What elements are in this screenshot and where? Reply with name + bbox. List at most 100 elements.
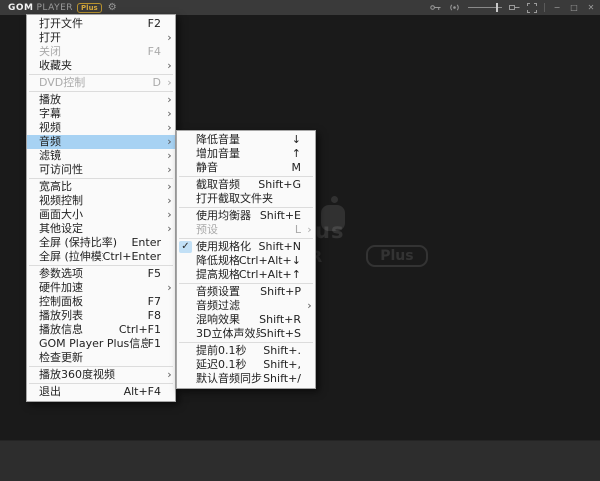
menu-item[interactable]: 延迟0.1秒Shift+, [177,358,315,372]
menu-item[interactable]: 降低规格化程度Ctrl+Alt+↓ [177,254,315,268]
check-placeholder [179,193,192,205]
menu-item[interactable]: 降低音量↓ [177,133,315,147]
titlebar-slider[interactable] [468,3,502,12]
check-placeholder [179,255,192,267]
submenu-arrow-icon: › [164,76,175,90]
menu-item[interactable]: 可访问性› [27,163,175,177]
key-lock-icon[interactable] [430,3,441,12]
check-placeholder [179,359,192,371]
check-placeholder [179,148,192,160]
submenu-arrow-icon: › [164,93,175,107]
menu-item-label: 宽高比 [39,180,161,194]
menu-item[interactable]: 播放› [27,93,175,107]
menu-item[interactable]: 提前0.1秒Shift+. [177,344,315,358]
menu-item-shortcut: ↓ [292,133,301,147]
menu-item-label: 默认音频同步 [196,372,263,386]
minimize-button[interactable]: − [552,3,562,13]
broadcast-icon[interactable] [448,3,461,12]
menu-item[interactable]: 音频设置Shift+P [177,285,315,299]
menu-item[interactable]: 全屏 (保持比率)Enter [27,236,175,250]
menu-item-shortcut: Shift+E [260,209,301,223]
menu-item-label: 播放360度视频 [39,368,161,382]
menu-item[interactable]: 打开文件F2 [27,17,175,31]
menu-item-label: 3D立体声效果 [196,327,260,341]
menu-item[interactable]: 滤镜› [27,149,175,163]
menu-item[interactable]: 截取音频Shift+G [177,178,315,192]
close-button[interactable]: ✕ [586,3,596,13]
menu-item[interactable]: DVD控制D› [27,76,175,90]
menu-item[interactable]: 增加音量↑ [177,147,315,161]
watermark-plus-badge: Plus [366,245,427,267]
menu-item-shortcut: Shift+, [263,358,301,372]
menu-item-label: 硬件加速 [39,281,161,295]
pin-on-top-icon[interactable] [509,3,520,12]
menu-item[interactable]: 视频控制› [27,194,175,208]
menu-item-label: 打开截取文件夹 [196,192,301,206]
menu-separator [29,91,173,92]
menu-item-label: 打开 [39,31,161,45]
menu-item[interactable]: ✓使用规格化Shift+N [177,240,315,254]
menu-item[interactable]: 播放列表F8 [27,309,175,323]
menu-item-label: 收藏夹 [39,59,161,73]
menu-item[interactable]: 字幕› [27,107,175,121]
menu-item[interactable]: 宽高比› [27,180,175,194]
menu-item[interactable]: 硬件加速› [27,281,175,295]
menu-item-label: 音频设置 [196,285,260,299]
menu-item-label: 其他设定 [39,222,161,236]
submenu-arrow-icon: › [164,135,175,149]
menu-item[interactable]: 退出Alt+F4 [27,385,175,399]
titlebar-divider [544,3,545,12]
menu-item[interactable]: 参数选项F5 [27,267,175,281]
submenu-arrow-icon: › [304,223,315,237]
menu-item-label: 播放信息 [39,323,119,337]
settings-gear-icon[interactable]: ⚙ [108,3,117,13]
fullscreen-corners-icon[interactable] [527,3,537,13]
menu-item[interactable]: 使用均衡器Shift+E [177,209,315,223]
menu-item[interactable]: 3D立体声效果Shift+S [177,327,315,341]
menu-item[interactable]: 混响效果Shift+R [177,313,315,327]
menu-item-shortcut: Alt+F4 [124,385,161,399]
menu-item[interactable]: 收藏夹› [27,59,175,73]
menu-item[interactable]: 视频› [27,121,175,135]
submenu-arrow-icon: › [164,59,175,73]
menu-item[interactable]: 预设L› [177,223,315,237]
menu-item[interactable]: 控制面板F7 [27,295,175,309]
menu-item[interactable]: 其他设定› [27,222,175,236]
menu-item-label: 关闭 [39,45,148,59]
menu-item-shortcut: Ctrl+Alt+↓ [239,254,301,268]
menu-item-label: 使用均衡器 [196,209,260,223]
titlebar-slider-handle[interactable] [496,3,498,12]
menu-item-shortcut: M [292,161,302,175]
menu-item-label: 控制面板 [39,295,148,309]
menu-item-label: 参数选项 [39,267,148,281]
maximize-button[interactable]: □ [569,3,579,13]
menu-item[interactable]: 播放360度视频› [27,368,175,382]
menu-item[interactable]: 检查更新 [27,351,175,365]
menu-item[interactable]: 音频› [27,135,175,149]
menu-item-shortcut: F1 [148,337,161,351]
menu-item-label: 全屏 (拉伸模式) [39,250,103,264]
control-bar: / 360 SUB [0,440,600,481]
menu-item[interactable]: 默认音频同步Shift+/ [177,372,315,386]
menu-item-label: 画面大小 [39,208,161,222]
menu-item[interactable]: 提高规格化程度Ctrl+Alt+↑ [177,268,315,282]
menu-item[interactable]: 打开截取文件夹 [177,192,315,206]
menu-item-label: 打开文件 [39,17,148,31]
menu-item[interactable]: 播放信息Ctrl+F1 [27,323,175,337]
menu-item[interactable]: GOM Player Plus信息F1 [27,337,175,351]
menu-item-label: 全屏 (保持比率) [39,236,131,250]
menu-item[interactable]: 静音M [177,161,315,175]
menu-item[interactable]: 关闭F4 [27,45,175,59]
gom-player-window: GOM PLAYER Plus ⚙ − □ ✕ [0,0,600,481]
menu-item[interactable]: 打开› [27,31,175,45]
menu-item-label: 音频过滤 [196,299,301,313]
menu-item[interactable]: 音频过滤› [177,299,315,313]
check-placeholder [179,373,192,385]
menu-item-shortcut: Ctrl+F1 [119,323,161,337]
menu-item-label: DVD控制 [39,76,153,90]
menu-item[interactable]: 全屏 (拉伸模式)Ctrl+Enter [27,250,175,264]
menu-item[interactable]: 画面大小› [27,208,175,222]
menu-item-shortcut: L [295,223,301,237]
menu-separator [29,178,173,179]
main-context-menu: 打开文件F2打开›关闭F4收藏夹›DVD控制D›播放›字幕›视频›音频›滤镜›可… [26,14,176,402]
